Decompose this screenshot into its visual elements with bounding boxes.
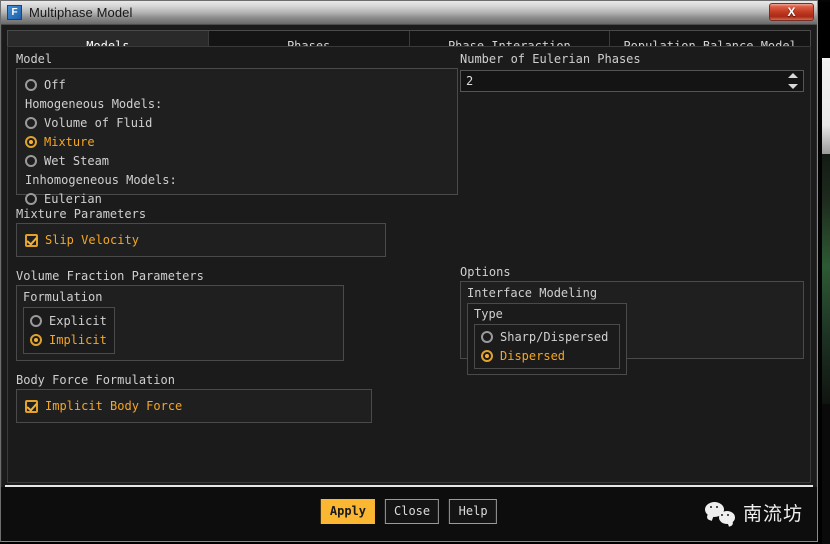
type-title: Type xyxy=(474,307,620,321)
right-column: Number of Eulerian Phases 2 Options Inte… xyxy=(460,52,804,371)
radio-label: Volume of Fluid xyxy=(44,116,152,130)
volume-fraction-parameters-group: Volume Fraction Parameters Formulation E… xyxy=(16,269,458,361)
checkbox-icon-checked xyxy=(25,234,38,247)
radio-option-dispersed[interactable]: Dispersed xyxy=(481,347,613,365)
eulerian-phases-field: Number of Eulerian Phases 2 xyxy=(460,52,804,92)
type-box: Sharp/Dispersed Dispersed xyxy=(474,324,620,369)
model-group-title: Model xyxy=(16,52,458,66)
window-controls: X xyxy=(769,3,814,21)
options-box: Interface Modeling Type Sharp/Dispersed … xyxy=(460,281,804,359)
radio-option-sharp-dispersed[interactable]: Sharp/Dispersed xyxy=(481,328,613,346)
radio-option-explicit[interactable]: Explicit xyxy=(30,312,108,330)
model-group-box: Off Homogeneous Models: Volume of Fluid … xyxy=(16,68,458,195)
interface-modeling-box: Type Sharp/Dispersed Dispersed xyxy=(467,303,627,375)
radio-label: Explicit xyxy=(49,314,107,328)
background-strip-dark xyxy=(822,404,830,544)
options-title: Options xyxy=(460,265,804,279)
radio-label: Off xyxy=(44,78,66,92)
options-group: Options Interface Modeling Type Sharp/Di… xyxy=(460,265,804,359)
radio-icon xyxy=(481,331,493,343)
homogeneous-models-heading: Homogeneous Models: xyxy=(25,95,449,113)
interface-modeling-title: Interface Modeling xyxy=(467,286,797,300)
multiphase-model-dialog: F Multiphase Model X Models Phases Phase… xyxy=(0,0,818,542)
radio-option-off[interactable]: Off xyxy=(25,76,449,94)
eulerian-phases-stepper[interactable]: 2 xyxy=(460,70,804,92)
volume-fraction-parameters-title: Volume Fraction Parameters xyxy=(16,269,458,283)
chevron-down-icon[interactable] xyxy=(788,84,798,89)
background-strip-light xyxy=(822,58,830,154)
formulation-box: Explicit Implicit xyxy=(23,307,115,354)
radio-label: Sharp/Dispersed xyxy=(500,330,608,344)
radio-label: Implicit xyxy=(49,333,107,347)
radio-option-volume-of-fluid[interactable]: Volume of Fluid xyxy=(25,114,449,132)
eulerian-phases-label: Number of Eulerian Phases xyxy=(460,52,804,66)
wechat-icon xyxy=(705,502,735,524)
checkbox-implicit-body-force[interactable]: Implicit Body Force xyxy=(25,397,363,415)
dialog-button-row: Apply Close Help xyxy=(321,499,497,524)
watermark-text: 南流坊 xyxy=(743,499,803,526)
close-button[interactable]: Close xyxy=(385,499,439,524)
radio-icon xyxy=(25,79,37,91)
radio-option-eulerian[interactable]: Eulerian xyxy=(25,190,449,208)
left-column: Model Off Homogeneous Models: Volume of … xyxy=(16,52,458,435)
apply-button[interactable]: Apply xyxy=(321,499,375,524)
body-force-formulation-title: Body Force Formulation xyxy=(16,373,458,387)
window-title: Multiphase Model xyxy=(29,5,133,20)
radio-option-wet-steam[interactable]: Wet Steam xyxy=(25,152,449,170)
radio-icon xyxy=(25,193,37,205)
radio-label: Mixture xyxy=(44,135,95,149)
radio-icon xyxy=(25,117,37,129)
radio-option-implicit[interactable]: Implicit xyxy=(30,331,108,349)
model-group: Model Off Homogeneous Models: Volume of … xyxy=(16,52,458,195)
checkbox-label: Implicit Body Force xyxy=(45,399,182,413)
body-force-box: Implicit Body Force xyxy=(16,389,372,423)
title-bar[interactable]: F Multiphase Model X xyxy=(1,1,817,25)
stepper-arrows[interactable] xyxy=(786,72,800,90)
close-icon[interactable]: X xyxy=(769,3,814,21)
fluent-app-icon: F xyxy=(7,5,22,20)
watermark: 南流坊 xyxy=(705,499,803,526)
mixture-parameters-box: Slip Velocity xyxy=(16,223,386,257)
volume-fraction-box: Formulation Explicit Implicit xyxy=(16,285,344,361)
help-button[interactable]: Help xyxy=(449,499,497,524)
background-strip-green xyxy=(822,154,830,404)
formulation-title: Formulation xyxy=(23,290,337,304)
dialog-footer: Apply Close Help 南流坊 xyxy=(1,487,817,541)
radio-icon-selected xyxy=(25,136,37,148)
checkbox-icon-checked xyxy=(25,400,38,413)
eulerian-phases-value: 2 xyxy=(461,71,803,91)
mixture-parameters-group: Mixture Parameters Slip Velocity xyxy=(16,207,458,257)
chevron-up-icon[interactable] xyxy=(788,73,798,78)
mixture-parameters-title: Mixture Parameters xyxy=(16,207,458,221)
checkbox-slip-velocity[interactable]: Slip Velocity xyxy=(25,231,377,249)
radio-icon-selected xyxy=(30,334,42,346)
radio-option-mixture[interactable]: Mixture xyxy=(25,133,449,151)
radio-icon-selected xyxy=(481,350,493,362)
checkbox-label: Slip Velocity xyxy=(45,233,139,247)
radio-label: Dispersed xyxy=(500,349,565,363)
radio-icon xyxy=(30,315,42,327)
inhomogeneous-models-heading: Inhomogeneous Models: xyxy=(25,171,449,189)
radio-label: Eulerian xyxy=(44,192,102,206)
models-tab-panel: Model Off Homogeneous Models: Volume of … xyxy=(7,46,811,483)
body-force-formulation-group: Body Force Formulation Implicit Body For… xyxy=(16,373,458,423)
radio-label: Wet Steam xyxy=(44,154,109,168)
radio-icon xyxy=(25,155,37,167)
